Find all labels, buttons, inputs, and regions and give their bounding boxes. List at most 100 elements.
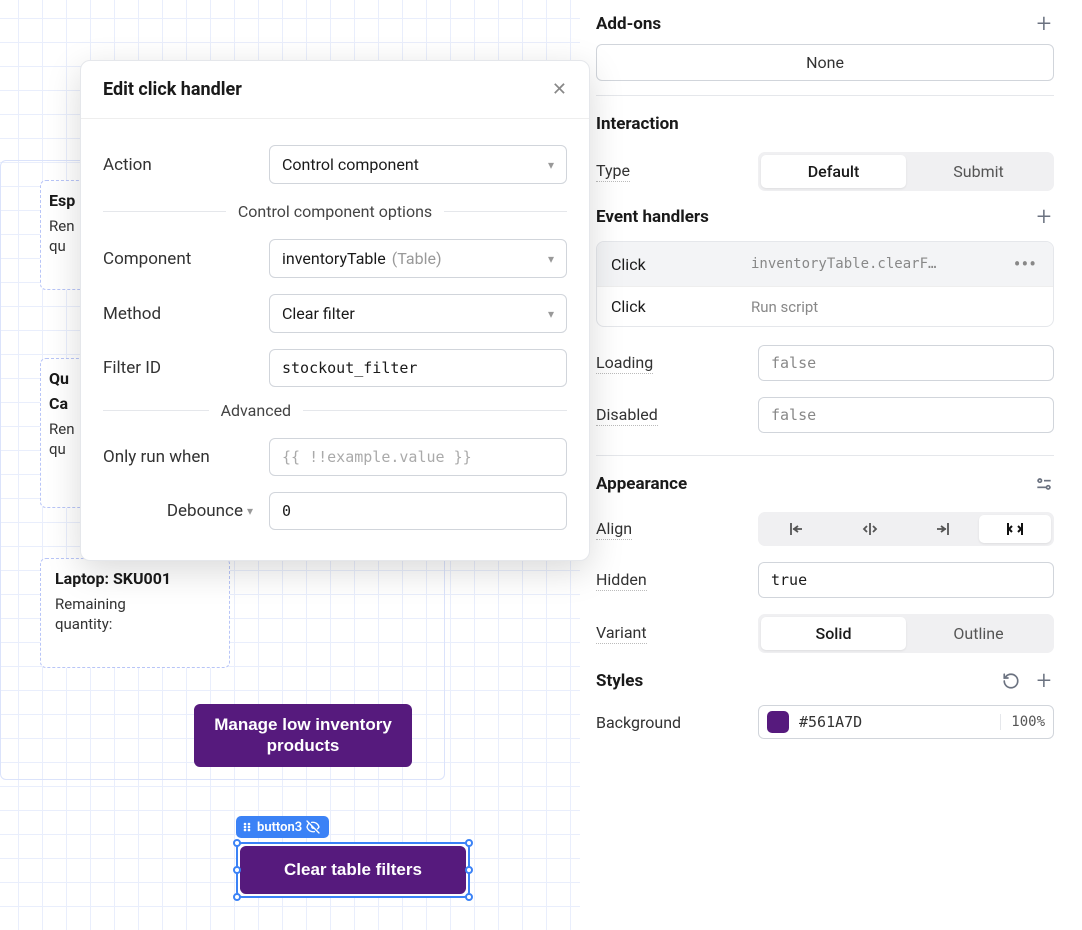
label-filter-id: Filter ID xyxy=(103,358,253,378)
align-center-icon[interactable] xyxy=(834,515,907,543)
inspector-panel: Add-ons + None Interaction Type Default … xyxy=(582,0,1082,930)
chevron-down-icon: ▾ xyxy=(247,504,253,518)
add-addon-icon[interactable]: + xyxy=(1034,14,1054,34)
handler-event: Click xyxy=(611,297,751,316)
color-opacity[interactable]: 100% xyxy=(1000,714,1045,730)
section-title: Appearance xyxy=(596,474,687,494)
row-align: Align xyxy=(596,504,1054,554)
handler-target: inventoryTable.clearF… xyxy=(751,256,1012,272)
variant-solid[interactable]: Solid xyxy=(761,617,906,650)
selected-component-name: button3 xyxy=(257,820,302,835)
add-style-icon[interactable]: + xyxy=(1034,671,1054,691)
debounce-input[interactable]: 0 xyxy=(269,492,567,530)
type-option-submit[interactable]: Submit xyxy=(906,155,1051,188)
resize-handle[interactable] xyxy=(233,839,241,847)
row-only-run-when: Only run when {{ !!example.value }} xyxy=(103,430,567,484)
section-appearance: Appearance xyxy=(596,455,1054,504)
selection-label[interactable]: button3 xyxy=(236,816,329,838)
row-loading: Loading false xyxy=(596,327,1054,389)
row-method: Method Clear filter ▾ xyxy=(103,286,567,341)
handler-event: Click xyxy=(611,255,751,274)
row-filter-id: Filter ID stockout_filter xyxy=(103,341,567,395)
appearance-settings-icon[interactable] xyxy=(1034,474,1054,494)
selection-frame[interactable]: button3 Clear table filters xyxy=(236,842,470,898)
label-only-run: Only run when xyxy=(103,447,253,467)
resize-handle[interactable] xyxy=(233,893,241,901)
addons-value[interactable]: None xyxy=(596,44,1054,81)
component-select[interactable]: inventoryTable(Table) ▾ xyxy=(269,239,567,278)
handler-target: Run script xyxy=(751,298,1039,316)
align-stretch-icon[interactable] xyxy=(979,515,1052,543)
label-component: Component xyxy=(103,249,253,269)
label-loading: Loading xyxy=(596,353,653,374)
label-align: Align xyxy=(596,519,632,540)
manage-low-inventory-button[interactable]: Manage low inventory products xyxy=(194,704,412,767)
hidden-input[interactable]: true xyxy=(758,562,1054,598)
type-segmented: Default Submit xyxy=(758,152,1054,191)
type-option-default[interactable]: Default xyxy=(761,155,906,188)
section-title: Event handlers xyxy=(596,207,709,227)
row-action: Action Control component ▾ xyxy=(103,137,567,192)
label-action: Action xyxy=(103,155,253,175)
section-event-handlers: Event handlers + xyxy=(596,199,1054,237)
hidden-icon xyxy=(305,819,321,835)
section-title: Interaction xyxy=(596,114,679,134)
section-addons: Add-ons + xyxy=(596,0,1054,44)
modal-title: Edit click handler xyxy=(103,79,242,100)
section-styles: Styles + xyxy=(596,661,1054,697)
section-divider-advanced: Advanced xyxy=(103,401,567,420)
add-handler-icon[interactable]: + xyxy=(1034,207,1054,227)
row-disabled: Disabled false xyxy=(596,389,1054,441)
variant-segmented: Solid Outline xyxy=(758,614,1054,653)
resize-handle[interactable] xyxy=(465,839,473,847)
event-handler-list: Click inventoryTable.clearF… ••• Click R… xyxy=(596,241,1054,327)
modal-header: Edit click handler ✕ xyxy=(81,61,589,119)
color-hex[interactable]: #561A7D xyxy=(799,713,990,731)
divider-label: Advanced xyxy=(221,401,292,420)
row-component: Component inventoryTable(Table) ▾ xyxy=(103,231,567,286)
loading-input[interactable]: false xyxy=(758,345,1054,381)
chevron-down-icon: ▾ xyxy=(548,158,554,172)
action-select[interactable]: Control component ▾ xyxy=(269,145,567,184)
label-background: Background xyxy=(596,713,681,732)
resize-handle[interactable] xyxy=(465,866,473,874)
color-swatch[interactable] xyxy=(767,711,789,733)
chevron-down-icon: ▾ xyxy=(548,307,554,321)
section-title: Add-ons xyxy=(596,14,661,34)
align-right-icon[interactable] xyxy=(906,515,979,543)
drag-icon xyxy=(242,821,254,833)
resize-handle[interactable] xyxy=(465,893,473,901)
edit-click-handler-modal: Edit click handler ✕ Action Control comp… xyxy=(80,60,590,561)
row-hidden: Hidden true xyxy=(596,554,1054,606)
label-type: Type xyxy=(596,161,630,182)
clear-table-filters-button[interactable]: Clear table filters xyxy=(240,846,466,894)
row-debounce: Debounce ▾ 0 xyxy=(103,484,567,538)
method-select[interactable]: Clear filter ▾ xyxy=(269,294,567,333)
align-segmented xyxy=(758,512,1054,546)
label-hidden: Hidden xyxy=(596,570,647,591)
label-method: Method xyxy=(103,304,253,324)
filter-id-input[interactable]: stockout_filter xyxy=(269,349,567,387)
event-handler-row[interactable]: Click Run script xyxy=(597,286,1053,326)
close-icon[interactable]: ✕ xyxy=(552,79,567,100)
resize-handle[interactable] xyxy=(233,866,241,874)
section-interaction: Interaction xyxy=(596,95,1054,144)
background-color-input[interactable]: #561A7D 100% xyxy=(758,705,1054,739)
handler-menu-icon[interactable]: ••• xyxy=(1012,252,1039,276)
row-variant: Variant Solid Outline xyxy=(596,606,1054,661)
chevron-down-icon: ▾ xyxy=(548,252,554,266)
row-background: Background #561A7D 100% xyxy=(596,697,1054,747)
event-handler-row[interactable]: Click inventoryTable.clearF… ••• xyxy=(597,242,1053,286)
disabled-input[interactable]: false xyxy=(758,397,1054,433)
variant-outline[interactable]: Outline xyxy=(906,617,1051,650)
section-title: Styles xyxy=(596,671,643,691)
section-divider: Control component options xyxy=(103,202,567,221)
label-disabled: Disabled xyxy=(596,405,658,426)
only-run-input[interactable]: {{ !!example.value }} xyxy=(269,438,567,476)
label-variant: Variant xyxy=(596,623,647,644)
debounce-select[interactable]: Debounce ▾ xyxy=(103,501,253,521)
align-left-icon[interactable] xyxy=(761,515,834,543)
row-type: Type Default Submit xyxy=(596,144,1054,199)
divider-label: Control component options xyxy=(238,202,432,221)
reset-styles-icon[interactable] xyxy=(1002,672,1020,690)
